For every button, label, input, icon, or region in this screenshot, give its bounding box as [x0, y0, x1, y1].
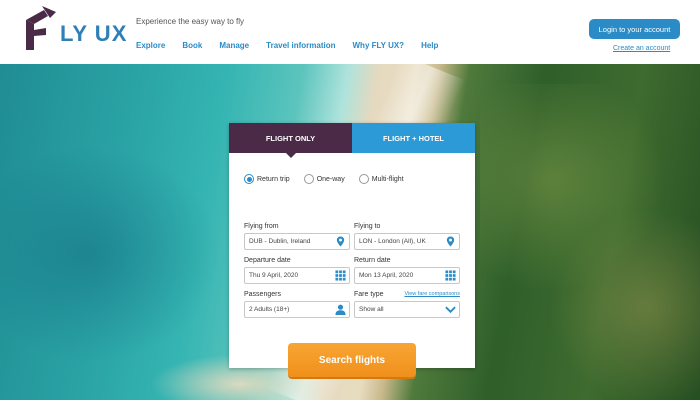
- flying-to-input[interactable]: LON - London (All), UK: [354, 233, 460, 250]
- flying-to-value: LON - London (All), UK: [359, 238, 426, 245]
- nav-travel-information[interactable]: Travel information: [266, 41, 335, 50]
- logo[interactable]: LY UX: [22, 6, 127, 54]
- nav-why-fly-ux[interactable]: Why FLY UX?: [353, 41, 405, 50]
- logo-text: LY UX: [60, 21, 128, 46]
- fare-type-value: Show all: [359, 306, 384, 313]
- return-date-value: Mon 13 April, 2020: [359, 272, 414, 279]
- flying-from-value: DUB - Dublin, Ireland: [249, 238, 311, 245]
- radio-multi-flight[interactable]: Multi-flight: [358, 174, 404, 184]
- passengers-field: Passengers 2 Adults (18+): [244, 291, 350, 318]
- nav-book[interactable]: Book: [182, 41, 202, 50]
- tab-flight-hotel-label: FLIGHT + HOTEL: [382, 133, 445, 143]
- departure-date-label: Departure date: [244, 257, 291, 264]
- site-header: LY UX Experience the easy way to fly Exp…: [0, 0, 700, 64]
- return-date-label: Return date: [354, 257, 391, 264]
- booking-widget: FLIGHT ONLY FLIGHT + HOTEL Return trip O…: [229, 123, 475, 377]
- fare-type-field: Fare type View fare comparisons Show all: [354, 291, 460, 318]
- departure-date-input[interactable]: Thu 9 April, 2020: [244, 267, 350, 284]
- main-nav: Explore Book Manage Travel information W…: [136, 41, 455, 50]
- flying-to-field: Flying to LON - London (All), UK: [354, 223, 460, 250]
- return-date-input[interactable]: Mon 13 April, 2020: [354, 267, 460, 284]
- radio-return-trip-label: Return trip: [257, 175, 290, 183]
- logo-f-icon: [22, 6, 62, 54]
- passengers-value: 2 Adults (18+): [249, 306, 290, 313]
- radio-unselected-icon: [358, 174, 369, 184]
- tab-flight-only[interactable]: FLIGHT ONLY: [229, 123, 352, 158]
- hero-trees: [480, 84, 700, 400]
- departure-date-field: Departure date Thu 9 April, 2020: [244, 257, 350, 284]
- radio-unselected-icon: [303, 174, 314, 184]
- login-button[interactable]: Login to your account: [589, 19, 680, 39]
- chevron-down-icon: [445, 306, 456, 314]
- return-date-field: Return date Mon 13 April, 2020: [354, 257, 460, 284]
- flying-from-label: Flying from: [244, 223, 279, 230]
- tab-flight-hotel[interactable]: FLIGHT + HOTEL: [352, 123, 475, 153]
- search-flights-button[interactable]: Search flights: [288, 343, 416, 377]
- radio-multi-flight-label: Multi-flight: [371, 175, 404, 183]
- radio-one-way-label: One-way: [316, 175, 345, 183]
- nav-manage[interactable]: Manage: [219, 41, 249, 50]
- flying-from-input[interactable]: DUB - Dublin, Ireland: [244, 233, 350, 250]
- departure-date-value: Thu 9 April, 2020: [249, 272, 299, 279]
- flying-to-label: Flying to: [354, 223, 381, 230]
- calendar-icon: [335, 270, 346, 281]
- calendar-icon: [445, 270, 456, 281]
- view-fare-comparisons-link[interactable]: View fare comparisons: [404, 291, 460, 297]
- radio-return-trip[interactable]: Return trip: [244, 174, 290, 184]
- tagline: Experience the easy way to fly: [136, 17, 245, 26]
- passengers-label: Passengers: [244, 291, 281, 298]
- trip-type-group: Return trip One-way Multi-flight: [244, 174, 418, 184]
- radio-selected-icon: [244, 174, 254, 184]
- nav-help[interactable]: Help: [421, 41, 438, 50]
- tab-flight-only-label: FLIGHT ONLY: [265, 133, 316, 143]
- hero-water: [0, 144, 220, 364]
- location-pin-icon: [446, 236, 455, 247]
- flying-from-field: Flying from DUB - Dublin, Ireland: [244, 223, 350, 250]
- passengers-input[interactable]: 2 Adults (18+): [244, 301, 350, 318]
- create-account-link[interactable]: Create an account: [613, 45, 670, 52]
- radio-one-way[interactable]: One-way: [303, 174, 345, 184]
- person-icon: [335, 304, 346, 315]
- booking-tabs: FLIGHT ONLY FLIGHT + HOTEL: [229, 123, 475, 158]
- nav-explore[interactable]: Explore: [136, 41, 165, 50]
- fare-type-select[interactable]: Show all: [354, 301, 460, 318]
- location-pin-icon: [336, 236, 345, 247]
- active-tab-caret: [285, 153, 296, 158]
